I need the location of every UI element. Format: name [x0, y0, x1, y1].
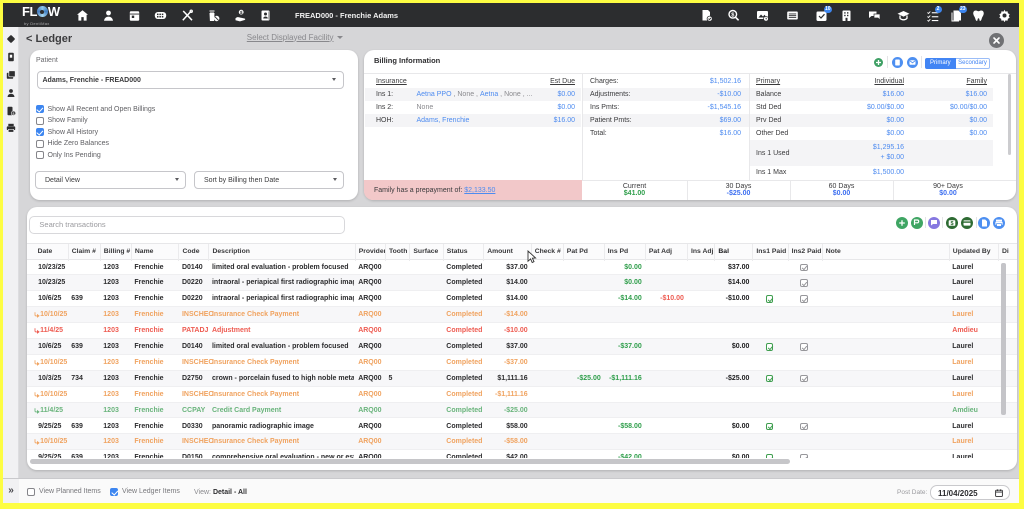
svg-text:$: $ [731, 12, 734, 18]
svg-text:$: $ [951, 220, 954, 226]
svg-text:$: $ [13, 111, 15, 115]
svg-text:$: $ [239, 10, 242, 16]
